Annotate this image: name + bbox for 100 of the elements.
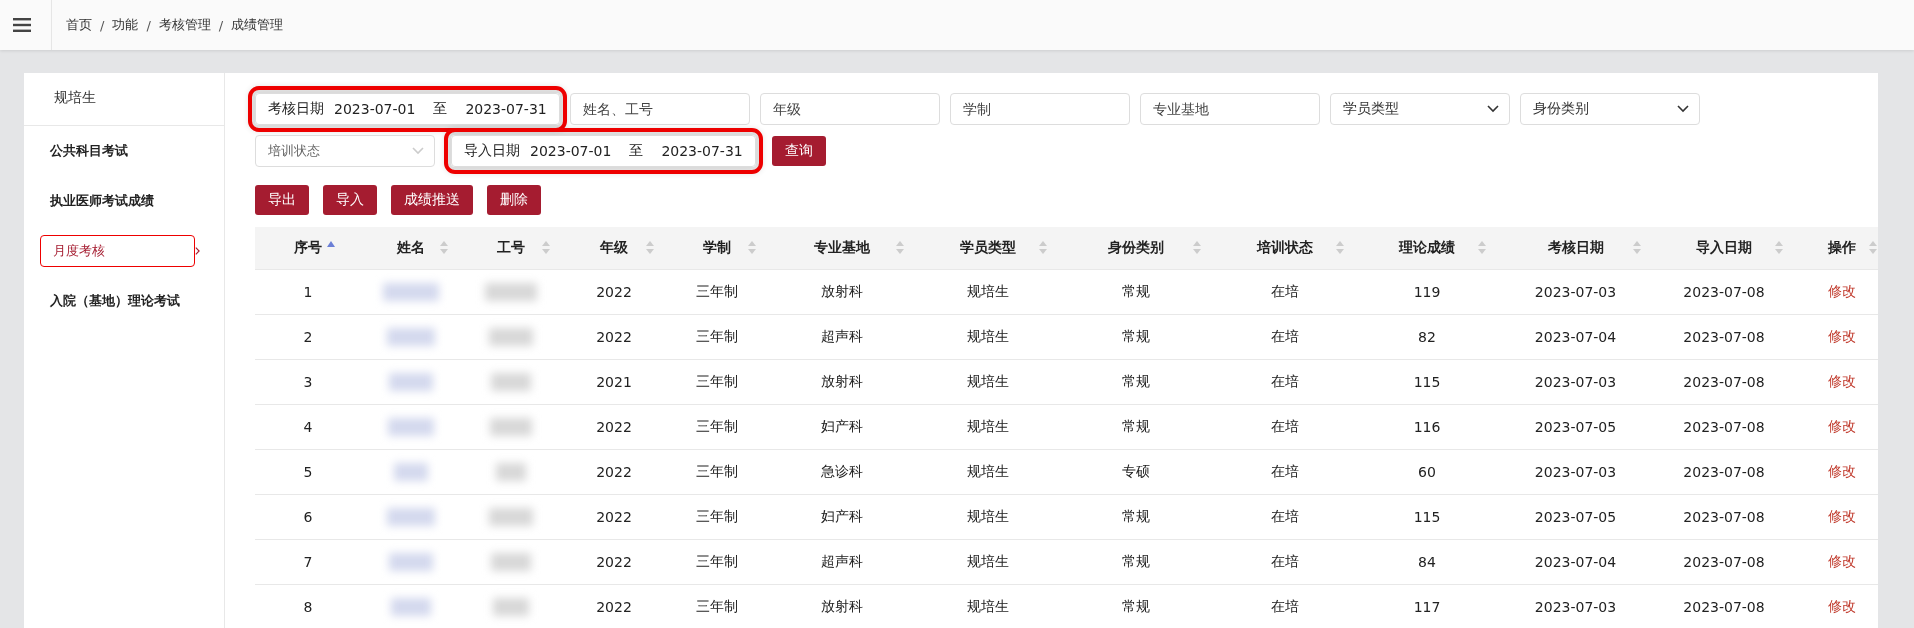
edit-link[interactable]: 修改: [1828, 508, 1856, 524]
table-cell: 在培: [1270, 463, 1299, 479]
column-header[interactable]: 导入日期: [1653, 227, 1795, 270]
table-cell: 规培生: [966, 418, 1009, 434]
table-cell: 2023-07-08: [1683, 599, 1765, 615]
sidebar-item[interactable]: 公共科目考试: [40, 131, 138, 171]
column-header[interactable]: 专业基地: [768, 227, 916, 270]
table-cell: 常规: [1122, 598, 1150, 614]
edit-link[interactable]: 修改: [1828, 598, 1856, 614]
breadcrumb-separator: /: [218, 17, 224, 33]
column-header[interactable]: 年级: [562, 227, 666, 270]
range-separator: 至: [433, 100, 448, 118]
text-field[interactable]: 专业基地: [1139, 93, 1320, 125]
edit-link[interactable]: 修改: [1828, 418, 1856, 434]
table-cell: 2023-07-03: [1534, 464, 1617, 480]
text-field[interactable]: 学制: [949, 93, 1130, 125]
text-field[interactable]: 年级: [759, 93, 940, 125]
table-cell: 在培: [1270, 553, 1299, 569]
table-cell: 5: [303, 464, 313, 480]
table-cell: 超声科: [821, 553, 863, 569]
column-header[interactable]: 姓名: [361, 227, 460, 270]
table-cell: 6: [303, 509, 313, 525]
action-button[interactable]: 导出: [255, 185, 309, 215]
table-cell: 妇产科: [821, 508, 863, 524]
table-cell: 60: [1418, 464, 1436, 480]
table-cell: 常规: [1122, 418, 1150, 434]
table-cell: 放射科: [821, 598, 863, 614]
table-cell: 放射科: [821, 373, 863, 389]
table-cell: 2023-07-08: [1683, 554, 1765, 570]
text-field[interactable]: 姓名、工号: [569, 93, 750, 125]
field-label: 考核日期: [268, 100, 324, 118]
table-cell: 三年制: [696, 418, 738, 434]
table-cell: 常规: [1122, 553, 1150, 569]
table-cell: 三年制: [696, 373, 738, 389]
table-cell: 115: [1413, 374, 1441, 390]
table-cell: 2022: [596, 554, 632, 570]
sidebar-item[interactable]: 执业医师考试成绩: [40, 181, 164, 221]
edit-link[interactable]: 修改: [1828, 373, 1856, 389]
table-cell: 82: [1418, 329, 1436, 345]
table-cell: 规培生: [966, 463, 1009, 479]
table-cell: 三年制: [696, 508, 738, 524]
breadcrumb-current: 成绩管理: [231, 16, 284, 34]
action-button[interactable]: 删除: [487, 185, 541, 215]
column-header[interactable]: 培训状态: [1213, 227, 1356, 270]
select-field[interactable]: 培训状态: [255, 135, 435, 167]
edit-link[interactable]: 修改: [1828, 463, 1856, 479]
action-button[interactable]: 导入: [323, 185, 377, 215]
table-cell: 妇产科: [821, 418, 863, 434]
table-cell: 放射科: [821, 283, 863, 299]
select-field[interactable]: 身份类别: [1519, 93, 1700, 125]
table-cell: 规培生: [966, 328, 1009, 344]
column-header[interactable]: 序号: [255, 227, 361, 270]
table-cell: 2023-07-08: [1683, 464, 1765, 480]
search-button[interactable]: 查询: [771, 136, 826, 166]
field-label: 导入日期: [464, 142, 520, 160]
column-header[interactable]: 学制: [666, 227, 768, 270]
table-cell: 在培: [1270, 418, 1299, 434]
table-cell: 2023-07-04: [1534, 329, 1617, 345]
table-cell: 在培: [1270, 373, 1299, 389]
column-header[interactable]: 操作: [1795, 227, 1878, 270]
column-header[interactable]: 学员类型: [916, 227, 1059, 270]
breadcrumb-link[interactable]: 功能: [112, 16, 139, 34]
date-value: 2023-07-01: [334, 101, 416, 117]
table-cell: 三年制: [696, 553, 738, 569]
breadcrumb-link[interactable]: 考核管理: [158, 16, 211, 34]
table-cell: 三年制: [696, 283, 738, 299]
table-cell: 2022: [596, 464, 632, 480]
table-cell: 116: [1413, 419, 1441, 435]
edit-link[interactable]: 修改: [1828, 553, 1856, 569]
table-cell: 规培生: [966, 283, 1009, 299]
column-header[interactable]: 考核日期: [1498, 227, 1653, 270]
date-value: 2023-07-31: [661, 143, 743, 159]
column-header[interactable]: 理论成绩: [1356, 227, 1498, 270]
edit-link[interactable]: 修改: [1828, 328, 1856, 344]
range-separator: 至: [629, 142, 644, 160]
table-cell: 三年制: [696, 463, 738, 479]
table-cell: 2022: [596, 329, 632, 345]
breadcrumb-link[interactable]: 首页: [66, 16, 92, 34]
table-cell: 7: [303, 554, 313, 570]
edit-link[interactable]: 修改: [1828, 283, 1856, 299]
table-cell: 常规: [1122, 508, 1150, 524]
table-cell: 2023-07-03: [1534, 374, 1617, 390]
table-cell: 2022: [596, 599, 632, 615]
table-cell: 115: [1413, 509, 1441, 525]
table-cell: 规培生: [966, 508, 1009, 524]
table-cell: 8: [303, 599, 313, 615]
table-cell: 2022: [596, 419, 632, 435]
sidebar-item[interactable]: 月度考核: [40, 235, 196, 267]
column-header[interactable]: 身份类别: [1059, 227, 1213, 270]
sidebar-item[interactable]: 入院（基地）理论考试: [40, 281, 190, 321]
select-field[interactable]: 学员类型: [1329, 93, 1510, 125]
table-cell: 2023-07-05: [1534, 509, 1617, 525]
table-cell: 规培生: [966, 373, 1009, 389]
column-header[interactable]: 工号: [460, 227, 562, 270]
table-cell: 84: [1418, 554, 1436, 570]
table-cell: 急诊科: [821, 463, 863, 479]
table-cell: 2023-07-03: [1534, 599, 1617, 615]
action-button[interactable]: 成绩推送: [391, 185, 473, 215]
table-cell: 常规: [1122, 373, 1150, 389]
table-cell: 2: [303, 329, 313, 345]
